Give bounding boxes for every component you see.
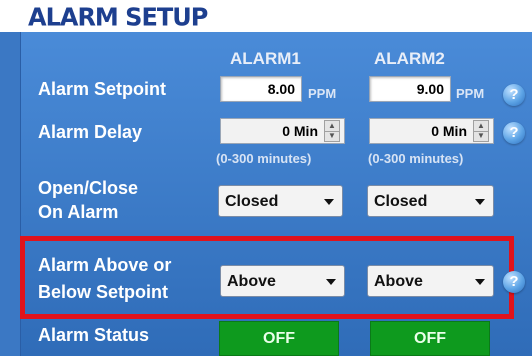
- alarm2-above-below-select[interactable]: Above: [367, 265, 494, 297]
- alarm2-setpoint-unit: PPM: [456, 86, 485, 101]
- above-below-label-line2: Below Setpoint: [38, 282, 168, 302]
- chevron-down-icon: [324, 199, 334, 205]
- alarm1-above-below-value: Above: [227, 273, 276, 290]
- alarm1-delay-spinner[interactable]: ▲ ▼: [324, 120, 340, 142]
- setpoint-help-icon[interactable]: ?: [503, 84, 525, 106]
- alarm2-delay-value: 0 Min: [431, 123, 467, 139]
- alarm1-delay-stepper[interactable]: 0 Min ▲ ▼: [220, 118, 345, 144]
- alarm2-delay-range: (0-300 minutes): [368, 151, 464, 166]
- alarm2-open-close-value: Closed: [374, 193, 428, 210]
- alarm2-setpoint-input[interactable]: 9.00: [369, 76, 451, 102]
- chevron-down-icon: [475, 279, 485, 285]
- spin-down-icon[interactable]: ▼: [325, 131, 339, 141]
- alarm-delay-label: Alarm Delay: [38, 122, 143, 142]
- chevron-down-icon: [326, 279, 336, 285]
- alarm1-setpoint-input[interactable]: 8.00: [220, 76, 302, 102]
- alarm1-status-badge: OFF: [219, 321, 339, 356]
- alarm1-open-close-value: Closed: [225, 193, 279, 210]
- alarm1-setpoint-unit: PPM: [308, 86, 337, 101]
- chevron-down-icon: [475, 199, 485, 205]
- open-close-label-line2: On Alarm: [38, 202, 119, 222]
- above-below-help-icon[interactable]: ?: [503, 271, 525, 293]
- alarm2-delay-stepper[interactable]: 0 Min ▲ ▼: [369, 118, 494, 144]
- alarm1-delay-value: 0 Min: [282, 123, 318, 139]
- alarm2-above-below-value: Above: [374, 273, 423, 290]
- page-title: ALARM SETUP: [28, 2, 208, 32]
- column-header-alarm1: ALARM1: [230, 49, 301, 68]
- open-close-label-line1: Open/Close: [38, 178, 139, 198]
- alarm1-above-below-select[interactable]: Above: [220, 265, 345, 297]
- alarm1-open-close-select[interactable]: Closed: [218, 185, 343, 217]
- alarm1-delay-range: (0-300 minutes): [216, 151, 312, 166]
- title-bar: ALARM SETUP: [0, 0, 532, 32]
- above-below-label-line1: Alarm Above or: [38, 255, 172, 275]
- delay-help-icon[interactable]: ?: [503, 122, 525, 144]
- alarm2-open-close-select[interactable]: Closed: [367, 185, 494, 217]
- spin-down-icon[interactable]: ▼: [474, 131, 488, 141]
- alarm-setpoint-label: Alarm Setpoint: [38, 79, 167, 99]
- alarm2-status-badge: OFF: [370, 321, 490, 356]
- alarm2-delay-spinner[interactable]: ▲ ▼: [473, 120, 489, 142]
- column-header-alarm2: ALARM2: [374, 49, 445, 68]
- alarm-status-label: Alarm Status: [38, 325, 150, 345]
